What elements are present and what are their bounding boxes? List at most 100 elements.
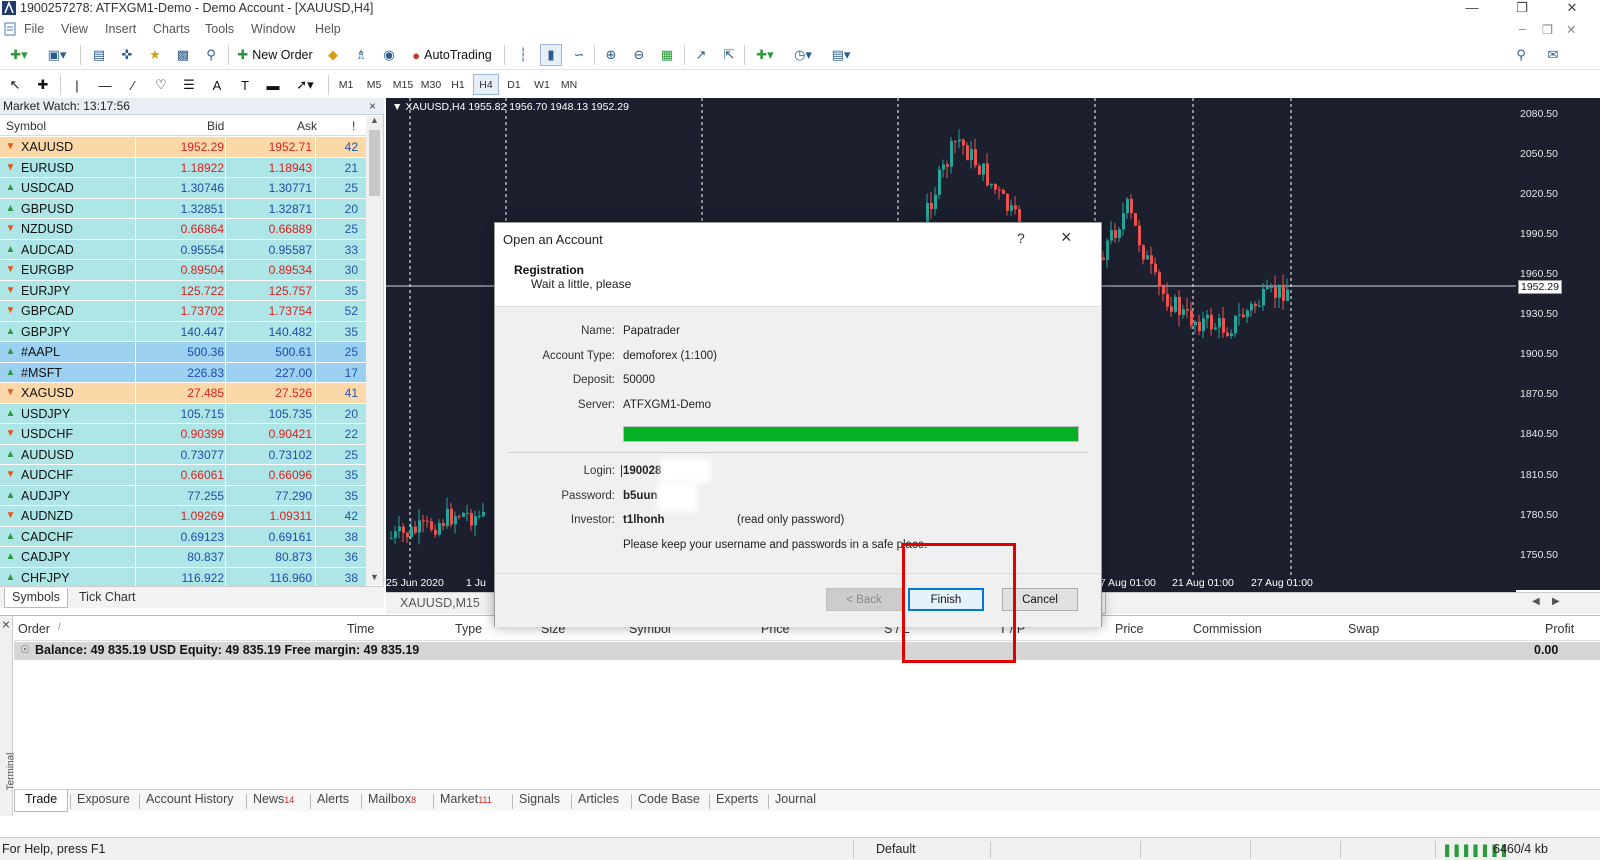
market-watch-row[interactable]: ▲ AUDCAD 0.95554 0.95587 33 [0, 239, 366, 260]
profiles-icon[interactable]: ▣▾ [42, 44, 72, 66]
tab-chart-xauusd-m15[interactable]: XAUUSD,M15 [400, 596, 480, 610]
line-chart-icon[interactable]: ∽ [568, 44, 590, 66]
dialog-close-icon[interactable]: × [1061, 227, 1072, 248]
col-commission[interactable]: Commission [1193, 622, 1262, 636]
col-swap[interactable]: Swap [1348, 622, 1379, 636]
menu-window[interactable]: Window [251, 22, 295, 36]
terminal-tab-exposure[interactable]: Exposure [77, 792, 130, 806]
minimize-icon[interactable]: — [1452, 0, 1492, 18]
col-time[interactable]: Time [347, 622, 374, 636]
timeframe-mn[interactable]: MN [557, 74, 581, 95]
text-icon[interactable]: A [206, 74, 228, 96]
market-watch-row[interactable]: ▼ XAUUSD 1952.29 1952.71 42 [0, 137, 366, 158]
scroll-down-icon[interactable]: ▼ [370, 572, 379, 582]
autotrading-button[interactable]: ● AutoTrading [406, 44, 498, 66]
market-watch-row[interactable]: ▼ EURUSD 1.18922 1.18943 21 [0, 157, 366, 178]
market-watch-row[interactable]: ▼ EURJPY 125.722 125.757 35 [0, 280, 366, 301]
col-type[interactable]: Type [455, 622, 482, 636]
market-watch-row[interactable]: ▲ AUDJPY 77.255 77.290 35 [0, 485, 366, 506]
market-watch-row[interactable]: ▲ CHFJPY 116.922 116.960 38 [0, 567, 366, 588]
text-label-icon[interactable]: T [234, 74, 256, 96]
col-order[interactable]: Order [18, 622, 50, 636]
data-window-icon[interactable]: ✜ [116, 44, 138, 66]
terminal-tab-experts[interactable]: Experts [716, 792, 758, 806]
channel-icon[interactable]: ♡ [150, 74, 172, 96]
scroll-thumb[interactable] [369, 130, 380, 196]
new-order-button[interactable]: ✚ New Order [234, 44, 316, 66]
new-chart-icon[interactable]: ✚▾ [4, 44, 34, 66]
timeframe-h1[interactable]: H1 [446, 74, 470, 95]
market-watch-row[interactable]: ▲ CADJPY 80.837 80.873 36 [0, 547, 366, 568]
investor-value[interactable]: t1lhonh [623, 514, 665, 526]
market-watch-row[interactable]: ▼ XAGUSD 27.485 27.526 41 [0, 383, 366, 404]
timeframe-h4[interactable]: H4 [473, 74, 499, 95]
terminal-icon[interactable]: ▩ [172, 44, 194, 66]
terminal-tab-account-history[interactable]: Account History [146, 792, 234, 806]
candlestick-icon[interactable]: ▮ [540, 44, 562, 66]
tabs-scroll-left-icon[interactable]: ◀ [1532, 596, 1540, 607]
market-watch-row[interactable]: ▼ EURGBP 0.89504 0.89534 30 [0, 260, 366, 281]
zoom-out-icon[interactable]: ⊖ [628, 44, 650, 66]
fibonacci-icon[interactable]: ☰ [178, 74, 200, 96]
col-spread[interactable]: ! [352, 119, 355, 133]
menu-tools[interactable]: Tools [205, 22, 234, 36]
terminal-tab-mailbox[interactable]: Mailbox8 [368, 792, 416, 806]
menu-file[interactable]: File [24, 22, 44, 36]
cursor-icon[interactable]: ↖ [4, 74, 26, 96]
back-button[interactable]: < Back [826, 588, 902, 611]
mdi-restore-icon[interactable]: ❐ [1542, 22, 1553, 37]
menu-help[interactable]: Help [315, 22, 341, 36]
col-price-current[interactable]: Price [1115, 622, 1143, 636]
signals-icon[interactable]: ◉ [378, 44, 400, 66]
terminal-tab-news[interactable]: News14 [253, 792, 294, 806]
tab-symbols[interactable]: Symbols [4, 588, 68, 608]
menu-view[interactable]: View [61, 22, 88, 36]
terminal-tab-journal[interactable]: Journal [775, 792, 816, 806]
periods-icon[interactable]: ◷▾ [788, 44, 818, 66]
password-value[interactable]: b5uun [623, 490, 658, 502]
mdi-close-icon[interactable]: ✕ [1566, 22, 1576, 37]
trendline-icon[interactable]: ∕ [122, 74, 144, 96]
vertical-line-icon[interactable]: | [66, 74, 88, 96]
price-scale[interactable]: 2080.50 2050.50 2020.50 1990.50 1960.50 1930.… [1516, 98, 1600, 590]
dialog-help-icon[interactable]: ? [1017, 230, 1025, 246]
indicators-icon[interactable]: ✚▾ [750, 44, 780, 66]
market-watch-row[interactable]: ▼ AUDCHF 0.66061 0.66096 35 [0, 465, 366, 486]
timeframe-d1[interactable]: D1 [502, 74, 526, 95]
terminal-tab-code-base[interactable]: Code Base [638, 792, 700, 806]
meta-editor-icon[interactable]: ◆ [322, 44, 344, 66]
close-icon[interactable]: ✕ [1552, 0, 1592, 18]
terminal-tab-trade[interactable]: Trade [14, 790, 69, 812]
timeframe-m1[interactable]: M1 [334, 74, 358, 95]
market-watch-row[interactable]: ▲ #MSFT 226.83 227.00 17 [0, 362, 366, 383]
timeframe-m30[interactable]: M30 [418, 74, 444, 95]
arrow-shape-icon[interactable]: ▬ [262, 74, 284, 96]
market-watch-row[interactable]: ▲ USDJPY 105.715 105.735 20 [0, 403, 366, 424]
market-watch-row[interactable]: ▲ #AAPL 500.36 500.61 25 [0, 342, 366, 363]
timeframe-m15[interactable]: M15 [390, 74, 416, 95]
mdi-minimize-icon[interactable]: – [1519, 22, 1526, 36]
market-watch-icon[interactable]: ▤ [88, 44, 110, 66]
tabs-scroll-right-icon[interactable]: ▶ [1552, 596, 1560, 607]
market-watch-row[interactable]: ▲ GBPUSD 1.32851 1.32871 20 [0, 198, 366, 219]
chart-shift-icon[interactable]: ⇱ [718, 44, 740, 66]
col-symbol[interactable]: Symbol [6, 119, 46, 133]
menu-charts[interactable]: Charts [153, 22, 190, 36]
chart-collapse-icon[interactable]: ▼ [392, 101, 402, 113]
market-watch-row[interactable]: ▼ NZDUSD 0.66864 0.66889 25 [0, 219, 366, 240]
market-watch-close-icon[interactable]: × [369, 98, 376, 114]
market-watch-scrollbar[interactable]: ▲ ▼ [366, 115, 383, 585]
market-icon[interactable]: ♗ [350, 44, 372, 66]
timeframe-m5[interactable]: M5 [362, 74, 386, 95]
terminal-tab-articles[interactable]: Articles [578, 792, 619, 806]
col-bid[interactable]: Bid [207, 119, 224, 133]
scroll-up-icon[interactable]: ▲ [370, 115, 379, 125]
market-watch-row[interactable]: ▲ CADCHF 0.69123 0.69161 38 [0, 526, 366, 547]
terminal-tab-alerts[interactable]: Alerts [317, 792, 349, 806]
col-ask[interactable]: Ask [297, 119, 317, 133]
chat-icon[interactable]: ✉ [1540, 44, 1566, 66]
auto-scroll-icon[interactable]: ↗ [690, 44, 712, 66]
bar-chart-icon[interactable]: ┆ [512, 44, 534, 66]
terminal-tab-signals[interactable]: Signals [519, 792, 560, 806]
terminal-close-icon[interactable]: ✕ [0, 620, 13, 629]
